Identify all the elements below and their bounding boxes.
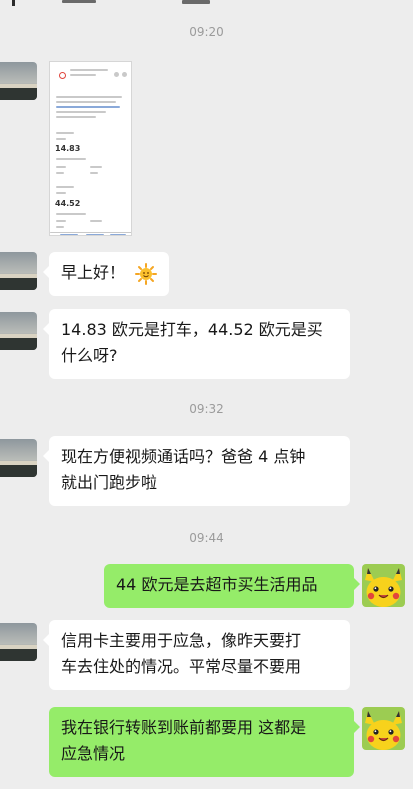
transaction-amount-2: 44.52: [55, 199, 81, 208]
contact-avatar[interactable]: [0, 252, 37, 290]
message-line: 车去住处的情况。平常尽量不要用: [61, 657, 302, 676]
message-bubble-outgoing[interactable]: 我在银行转账到账前都要用 这都是 应急情况: [49, 707, 360, 777]
self-avatar[interactable]: [362, 564, 405, 607]
contact-avatar[interactable]: [0, 439, 37, 477]
timestamp: 09:44: [189, 531, 224, 545]
landscape-avatar-icon: [0, 439, 37, 477]
landscape-avatar-icon: [0, 312, 37, 350]
message-line: 什么呀?: [61, 346, 118, 365]
message-text: 44 欧元是去超市买生活用品: [116, 575, 318, 594]
contact-avatar[interactable]: [0, 623, 37, 661]
message-bubble[interactable]: 现在方便视频通话吗？爸爸 4 点钟 就出门跑步啦: [43, 436, 350, 506]
message-line: 就出门跑步啦: [61, 473, 158, 492]
image-message-bank-screenshot[interactable]: 14.83 44.52: [49, 61, 132, 236]
chat-window: 09:20 14.83 44.52 早上好！ 14.83 欧元是打车，44.52…: [0, 0, 413, 789]
message-line: 我在银行转账到账前都要用 这都是: [61, 718, 307, 737]
message-line: 应急情况: [61, 744, 126, 763]
landscape-avatar-icon: [0, 252, 37, 290]
message-bubble[interactable]: 14.83 欧元是打车，44.52 欧元是买 什么呀?: [43, 309, 350, 379]
message-bubble-outgoing[interactable]: 44 欧元是去超市买生活用品: [104, 564, 360, 608]
pikachu-avatar-icon: [362, 564, 405, 607]
message-line: 现在方便视频通话吗？爸爸 4 点钟: [61, 447, 306, 466]
timestamp: 09:32: [189, 402, 224, 416]
sun-emoji-icon: [135, 263, 157, 285]
bank-logo-icon: [59, 72, 66, 79]
landscape-avatar-icon: [0, 62, 37, 100]
message-bubble[interactable]: 早上好！: [43, 252, 169, 296]
transaction-amount-1: 14.83: [55, 144, 81, 153]
contact-avatar[interactable]: [0, 312, 37, 350]
contact-avatar[interactable]: [0, 62, 37, 100]
message-line: 信用卡主要用于应急，像昨天要打: [61, 631, 302, 650]
clipped-header-fragment: [0, 0, 413, 8]
landscape-avatar-icon: [0, 623, 37, 661]
message-bubble[interactable]: 信用卡主要用于应急，像昨天要打 车去住处的情况。平常尽量不要用: [43, 620, 350, 690]
pikachu-avatar-icon: [362, 707, 405, 750]
message-line: 14.83 欧元是打车，44.52 欧元是买: [61, 320, 323, 339]
timestamp: 09:20: [189, 25, 224, 39]
message-text: 早上好！: [61, 263, 126, 282]
self-avatar[interactable]: [362, 707, 405, 750]
